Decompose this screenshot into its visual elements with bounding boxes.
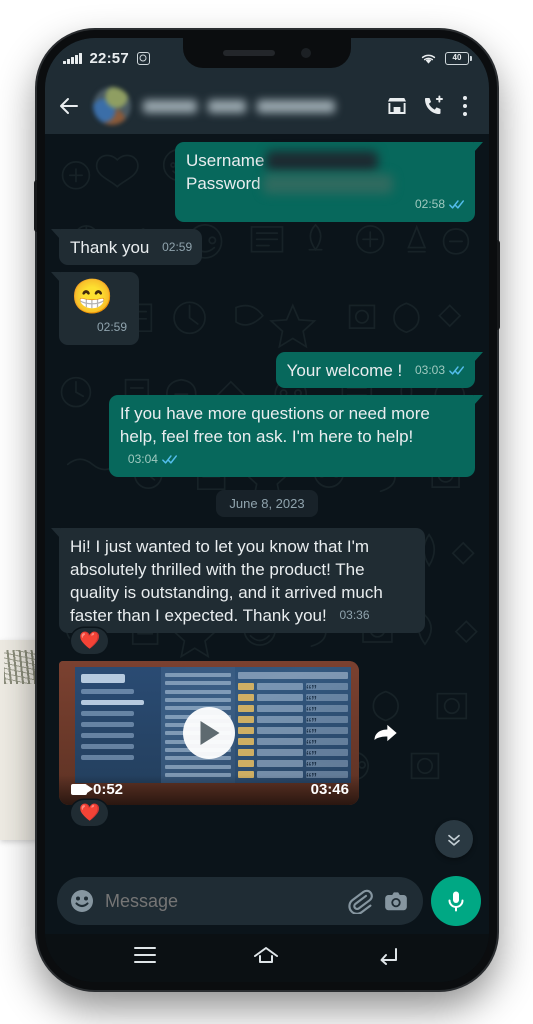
message-row: 😁 02:59 [50, 272, 475, 345]
input-pill[interactable] [57, 877, 423, 925]
date-divider-row: June 8, 2023 [59, 490, 475, 517]
front-camera [301, 48, 311, 58]
message-meta: 03:04 [128, 448, 178, 471]
android-navigation-bar [45, 934, 489, 982]
message-text: Your welcome ! [286, 361, 403, 380]
conversation-panel[interactable]: Username Password 02:58 Thank you 02:59 … [45, 134, 489, 870]
messages-list: Username Password 02:58 Thank you 02:59 … [50, 142, 484, 826]
message-row: Your welcome ! 03:03 [59, 352, 484, 388]
reaction-badge[interactable]: ❤️ [71, 800, 109, 826]
message-text: Hi! I just wanted to let you know that I… [70, 537, 383, 625]
wifi-icon [421, 54, 436, 64]
message-meta: 02:59 [97, 316, 127, 339]
video-duration: 0:52 [71, 781, 123, 798]
voice-record-button[interactable] [431, 876, 481, 926]
password-label: Password [186, 174, 261, 193]
read-receipt-ticks-icon [449, 200, 464, 209]
camera-icon[interactable] [383, 888, 409, 914]
message-meta: 02:59 [162, 236, 192, 259]
message-text: Thank you [70, 238, 150, 257]
contact-name-redacted[interactable] [143, 99, 373, 113]
battery-icon: 40 [445, 51, 472, 65]
username-label: Username [186, 151, 265, 170]
device-notch [183, 38, 351, 68]
overflow-menu-icon[interactable] [457, 92, 473, 120]
forward-icon[interactable] [371, 719, 399, 747]
chat-header [45, 78, 489, 134]
phone-screen: 22:57 40 Username Password 02:58 Thank y… [45, 38, 489, 982]
message-bubble-video[interactable]: 0:52 03:46 [59, 661, 359, 805]
play-icon[interactable] [183, 707, 235, 759]
message-bubble-more-help[interactable]: If you have more questions or need more … [108, 395, 484, 477]
emoji-smiley-icon[interactable] [69, 888, 95, 914]
message-bubble-thank-you[interactable]: Thank you 02:59 [50, 229, 203, 265]
home-icon[interactable] [253, 945, 279, 965]
message-bubble-thrilled[interactable]: Hi! I just wanted to let you know that I… [50, 528, 426, 633]
message-meta: 03:36 [339, 604, 369, 627]
battery-level: 40 [452, 53, 462, 62]
message-bubble-your-welcome[interactable]: Your welcome ! 03:03 [275, 352, 484, 388]
message-time: 03:36 [339, 608, 370, 622]
password-value-redacted [262, 173, 393, 194]
status-bar-time: 22:57 [89, 49, 129, 67]
message-row: If you have more questions or need more … [59, 395, 484, 477]
video-footer: 0:52 03:46 [59, 775, 359, 805]
message-row-video: 0:52 03:46 [59, 661, 475, 805]
message-input-bar [45, 870, 489, 934]
message-time: 03:03 [414, 363, 445, 377]
paperclip-icon[interactable] [347, 888, 373, 914]
emoji-content: 😁 [71, 278, 114, 316]
message-text: If you have more questions or need more … [119, 404, 430, 446]
storefront-icon[interactable] [385, 94, 409, 118]
avatar[interactable] [93, 87, 131, 125]
video-duration-text: 0:52 [93, 780, 124, 798]
screenshot-icon [136, 51, 150, 65]
message-meta: 02:58 [415, 193, 465, 216]
double-chevron-down-icon [448, 834, 460, 846]
back-icon[interactable] [376, 945, 400, 965]
message-time: 02:58 [414, 197, 445, 211]
message-bubble-credentials[interactable]: Username Password 02:58 [175, 142, 483, 222]
search-input[interactable] [105, 890, 337, 912]
signal-bars-icon [63, 52, 82, 64]
recents-icon[interactable] [133, 947, 156, 963]
date-divider: June 8, 2023 [216, 490, 318, 517]
video-camera-icon [71, 783, 93, 795]
read-receipt-ticks-icon [162, 455, 177, 464]
message-row: Username Password 02:58 [59, 142, 483, 222]
phone-device-frame: 22:57 40 Username Password 02:58 Thank y… [34, 30, 500, 990]
microphone-icon [448, 891, 464, 912]
message-time: 03:04 [127, 452, 158, 466]
reaction-badge[interactable]: ❤️ [71, 628, 109, 654]
message-meta: 03:03 [415, 359, 465, 382]
phone-add-icon[interactable] [421, 94, 445, 118]
credentials-password-line: Password [186, 172, 465, 195]
back-arrow-icon[interactable] [57, 94, 81, 118]
message-time: 02:59 [162, 240, 193, 254]
earpiece-speaker [223, 50, 275, 56]
credentials-username-line: Username [186, 149, 465, 172]
message-bubble-emoji[interactable]: 😁 02:59 [50, 272, 140, 345]
message-time: 02:59 [97, 320, 128, 334]
message-row: Thank you 02:59 [50, 229, 475, 265]
message-time: 03:46 [310, 780, 349, 798]
read-receipt-ticks-icon [449, 366, 464, 375]
message-row: Hi! I just wanted to let you know that I… [50, 528, 475, 633]
scroll-to-bottom-button[interactable] [435, 820, 473, 858]
username-value-redacted [266, 150, 379, 171]
